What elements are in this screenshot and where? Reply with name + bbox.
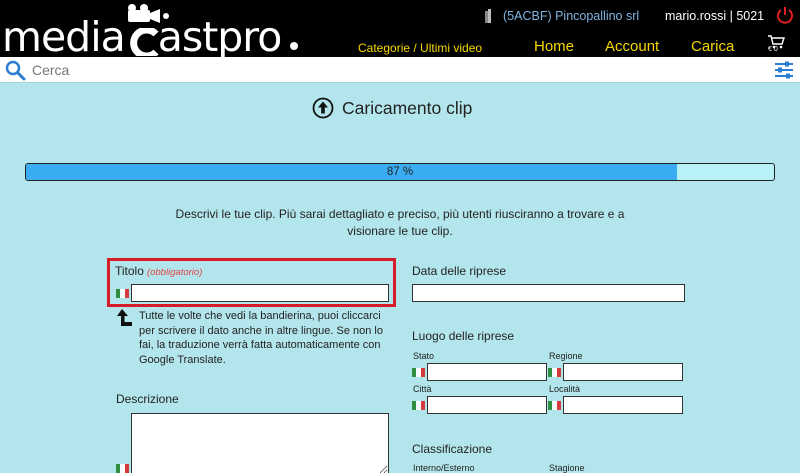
company-selector[interactable]: (5ACBF) Pincopallino srl bbox=[483, 9, 639, 23]
descrizione-textarea[interactable] bbox=[131, 413, 389, 473]
page-title-text: Caricamento clip bbox=[342, 97, 473, 118]
nav-categories[interactable]: Categorie / Ultimi video bbox=[358, 41, 482, 55]
italian-flag-icon[interactable] bbox=[412, 368, 425, 377]
descrizione-label: Descrizione bbox=[116, 392, 179, 406]
italian-flag-icon[interactable] bbox=[548, 368, 561, 377]
progress-label: 87 % bbox=[386, 166, 414, 178]
search-icon[interactable] bbox=[4, 59, 26, 81]
upload-icon bbox=[312, 97, 334, 119]
stato-label: Stato bbox=[413, 351, 435, 361]
search-bar bbox=[0, 57, 800, 83]
localita-input[interactable] bbox=[563, 396, 683, 414]
citta-input[interactable] bbox=[427, 396, 547, 414]
italian-flag-icon[interactable] bbox=[548, 401, 561, 410]
nav-account[interactable]: Account bbox=[605, 38, 659, 55]
required-note: (obbligatorio) bbox=[146, 267, 203, 278]
data-riprese-label: Data delle riprese bbox=[412, 264, 507, 278]
nav-home[interactable]: Home bbox=[534, 38, 574, 55]
titolo-input[interactable] bbox=[131, 284, 389, 302]
regione-label: Regione bbox=[549, 351, 583, 361]
citta-label: Città bbox=[413, 384, 432, 394]
translation-hint: Tutte le volte che vedi la bandierina, p… bbox=[139, 310, 383, 366]
data-riprese-input[interactable] bbox=[412, 284, 685, 302]
titolo-label-text: Titolo bbox=[115, 264, 144, 278]
interno-esterno-label: Interno/Esterno bbox=[413, 463, 475, 473]
intro-text: Descrivi le tue clip. Più sarai dettagli… bbox=[175, 207, 625, 238]
cart-amount: € 0 bbox=[768, 46, 778, 53]
stagione-label: Stagione bbox=[549, 463, 585, 473]
italian-flag-icon[interactable] bbox=[116, 464, 129, 473]
italian-flag-icon[interactable] bbox=[412, 401, 425, 410]
power-icon[interactable] bbox=[776, 6, 794, 24]
filter-settings-icon[interactable] bbox=[774, 60, 794, 80]
upload-progress-bar: 87 % bbox=[25, 163, 775, 181]
titolo-label: Titolo (obbligatorio) bbox=[115, 264, 202, 278]
localita-label: Località bbox=[549, 384, 581, 394]
company-name: (5ACBF) Pincopallino srl bbox=[503, 9, 640, 23]
user-account[interactable]: mario.rossi | 5021 bbox=[665, 9, 764, 23]
italian-flag-icon[interactable] bbox=[116, 289, 129, 298]
luogo-riprese-label: Luogo delle riprese bbox=[412, 329, 515, 343]
classificazione-label: Classificazione bbox=[412, 442, 493, 456]
top-bar: media astpro (5ACBF) Pincopallino srl mar… bbox=[0, 0, 800, 60]
search-input[interactable] bbox=[32, 60, 732, 80]
logo-dot bbox=[290, 42, 298, 50]
nav-carica[interactable]: Carica bbox=[691, 38, 734, 55]
regione-input[interactable] bbox=[563, 363, 683, 381]
stato-input[interactable] bbox=[427, 363, 547, 381]
building-icon bbox=[485, 9, 491, 23]
logo-c-mark bbox=[130, 28, 159, 56]
page-title: Caricamento clip bbox=[312, 96, 472, 120]
arrow-up-icon bbox=[117, 309, 132, 326]
